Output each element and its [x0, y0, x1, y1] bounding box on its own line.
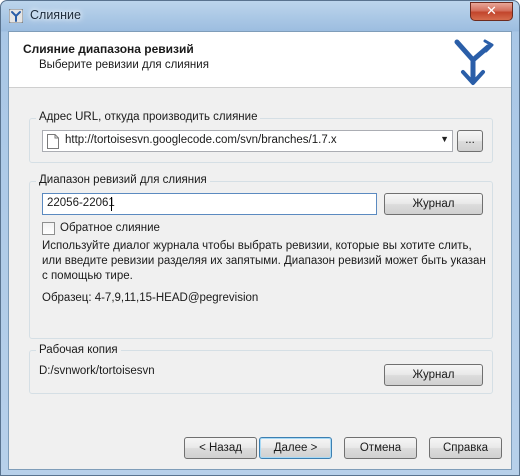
url-group-label: Адрес URL, откуда производить слияние: [36, 111, 261, 123]
next-button[interactable]: Далее >: [259, 437, 332, 459]
wizard-header: Слияние диапазона ревизий Выберите ревиз…: [9, 32, 511, 88]
dialog-client-area: Слияние диапазона ревизий Выберите ревиз…: [8, 31, 512, 470]
reverse-merge-checkbox[interactable]: [42, 222, 55, 235]
page-title: Слияние диапазона ревизий: [23, 42, 194, 56]
url-value: http://tortoisesvn.googlecode.com/svn/br…: [65, 134, 337, 146]
text-caret: [111, 197, 112, 211]
tortoisesvn-merge-icon: [454, 39, 494, 85]
working-copy-group-label: Рабочая копия: [36, 344, 121, 356]
revision-range-group-label: Диапазон ревизий для слияния: [36, 174, 210, 186]
back-button[interactable]: < Назад: [184, 437, 257, 459]
working-copy-path: D:/svnwork/tortoisesvn: [39, 365, 155, 377]
working-copy-log-button[interactable]: Журнал: [384, 364, 483, 386]
tortoisesvn-app-icon: [9, 9, 23, 23]
browse-button[interactable]: ...: [457, 130, 483, 152]
revision-range-input[interactable]: 22056-22061: [42, 193, 377, 215]
revision-range-value: 22056-22061: [47, 197, 115, 209]
range-log-button[interactable]: Журнал: [384, 193, 483, 215]
cancel-button[interactable]: Отмена: [344, 437, 417, 459]
close-button[interactable]: ✕: [470, 2, 513, 21]
url-combobox[interactable]: http://tortoisesvn.googlecode.com/svn/br…: [42, 130, 453, 152]
help-button[interactable]: Справка: [429, 437, 502, 459]
example-text: Образец: 4-7,9,11,15-HEAD@pegrevision: [42, 292, 259, 304]
reverse-merge-label[interactable]: Обратное слияние: [60, 222, 160, 234]
merge-dialog-window: Слияние ✕ Слияние диапазона ревизий Выбе…: [0, 0, 520, 476]
title-bar[interactable]: Слияние ✕: [1, 1, 519, 31]
file-icon: [47, 134, 59, 149]
window-title: Слияние: [30, 8, 81, 22]
chevron-down-icon[interactable]: ▼: [440, 134, 449, 144]
help-text: Используйте диалог журнала чтобы выбрать…: [42, 240, 486, 282]
page-subtitle: Выберите ревизии для слияния: [39, 59, 209, 71]
